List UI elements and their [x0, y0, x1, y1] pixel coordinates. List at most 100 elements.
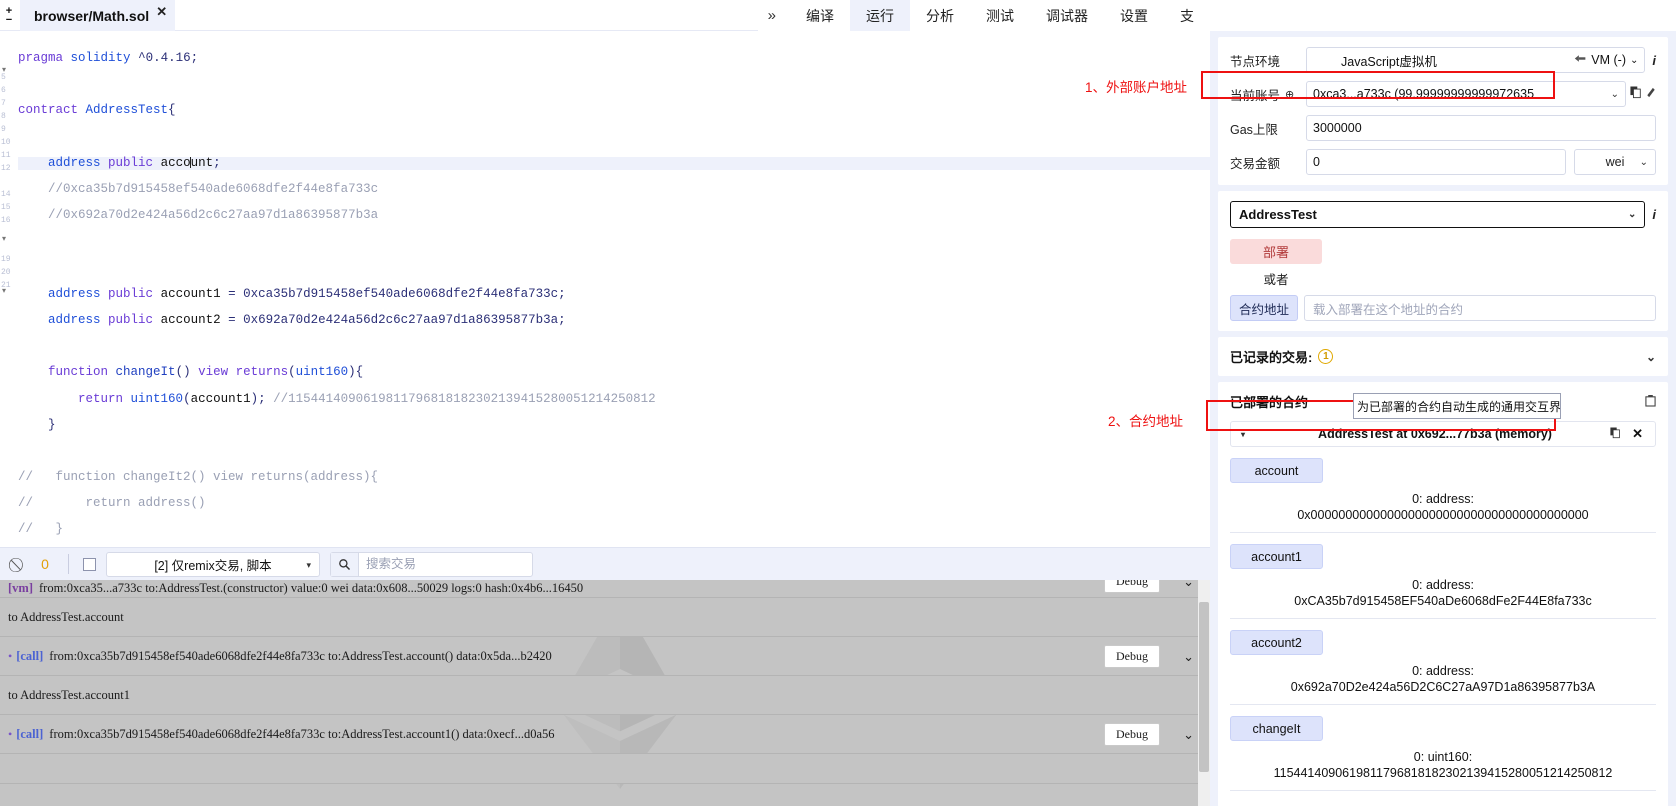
contract-select[interactable]: AddressTest ⌄	[1230, 201, 1646, 228]
log-vm-tag: [vm]	[8, 581, 33, 595]
chevron-down-icon[interactable]: ⌄	[1183, 727, 1194, 743]
log-row-note: to AddressTest.account	[0, 598, 1210, 637]
deployed-contracts-card: 已部署的合约 ▾ AddressTest at 0x692...77b3a (m…	[1218, 382, 1668, 806]
value-unit-select[interactable]: wei ⌄	[1574, 149, 1656, 175]
chevron-down-icon[interactable]: ⌄	[1628, 209, 1636, 220]
chevron-down-icon[interactable]: ⌄	[1183, 649, 1194, 665]
chevron-double-right-icon[interactable]: »	[758, 0, 790, 31]
log-row-call-account[interactable]: • [call] from:0xca35b7d915458ef540ade606…	[0, 637, 1210, 676]
plug-icon	[1574, 53, 1587, 67]
tab-settings[interactable]: 设置	[1104, 0, 1164, 31]
pencil-icon[interactable]	[1646, 86, 1656, 102]
chevron-down-icon[interactable]: ⌄	[1630, 55, 1638, 66]
code-editor[interactable]: ▾ ▾ ▾ 5 6 7 8 9 10 11 12 14 15 16 19 20 …	[0, 31, 1210, 547]
deployed-instance-title: AddressTest at 0x692...77b3a (memory)	[1318, 427, 1552, 441]
add-account-icon[interactable]: ⊕	[1285, 88, 1294, 101]
contract-info-icon[interactable]: i	[1652, 207, 1656, 222]
chevron-down-icon[interactable]: ▾	[306, 560, 311, 571]
function-button-account[interactable]: account	[1230, 458, 1323, 483]
log-row-call-account1[interactable]: • [call] from:0xca35b7d915458ef540ade606…	[0, 715, 1210, 754]
deployed-contracts-tooltip: 为已部署的合约自动生成的通用交互界面	[1353, 393, 1561, 419]
transaction-filter-select[interactable]: [2] 仅remix交易, 脚本 ▾	[106, 551, 320, 577]
search-input[interactable]	[359, 552, 532, 576]
divider	[1230, 532, 1656, 533]
divider	[1230, 704, 1656, 705]
at-address-input[interactable]: 载入部署在这个地址的合约	[1304, 295, 1656, 321]
code-line: function changeIt() view returns(uint160…	[48, 365, 364, 380]
function-button-account1[interactable]: account1	[1230, 544, 1323, 569]
contract-select-value: AddressTest	[1239, 207, 1317, 222]
trash-icon[interactable]	[1645, 394, 1656, 410]
caret-down-icon[interactable]: ▾	[1241, 430, 1245, 439]
close-icon[interactable]: ✕	[156, 4, 167, 20]
tab-analysis[interactable]: 分析	[910, 0, 970, 31]
warning-count-badge[interactable]: 0	[32, 553, 58, 575]
editor-gutter: ▾ ▾ ▾ 5 6 7 8 9 10 11 12 14 15 16 19 20 …	[0, 31, 12, 547]
at-address-button[interactable]: 合约地址	[1230, 295, 1298, 321]
environment-select[interactable]: JavaScript虚拟机 VM (-) ⌄	[1306, 47, 1646, 73]
deployed-contracts-label: 已部署的合约	[1230, 395, 1309, 410]
tab-test[interactable]: 测试	[970, 0, 1030, 31]
tab-compile[interactable]: 编译	[790, 0, 850, 31]
terminal-log[interactable]: [vm] from:0xca35...a733c to:AddressTest.…	[0, 580, 1210, 806]
search-icon[interactable]	[331, 552, 359, 576]
listen-network-checkbox[interactable]	[83, 557, 96, 571]
debug-button[interactable]: Debug	[1104, 580, 1160, 593]
tab-run[interactable]: 运行	[850, 0, 910, 31]
log-text: to AddressTest.account1	[8, 687, 131, 702]
return-value: 0x00000000000000000000000000000000000000…	[1297, 508, 1589, 522]
chevron-down-icon[interactable]: ⌄	[1183, 580, 1194, 590]
account-select[interactable]: 0xca3...a733c (99.99999999999972635 ⌄	[1306, 81, 1626, 107]
log-text: to AddressTest.account	[8, 609, 124, 624]
chevron-down-icon[interactable]: ⌄	[1640, 157, 1648, 168]
log-row-constructor[interactable]: [vm] from:0xca35...a733c to:AddressTest.…	[0, 580, 1210, 598]
value-amount: 0	[1313, 155, 1320, 169]
decrease-font-icon[interactable]: −	[6, 14, 12, 25]
tab-debugger[interactable]: 调试器	[1030, 0, 1104, 31]
copy-icon[interactable]	[1610, 427, 1621, 442]
tab-support[interactable]: 支	[1164, 0, 1210, 31]
copy-icon[interactable]	[1630, 86, 1642, 102]
recorded-transactions-card[interactable]: 已记录的交易: 1 ⌄	[1218, 337, 1668, 376]
top-menu: » 编译 运行 分析 测试 调试器 设置 支	[757, 0, 1210, 31]
or-label: 或者	[1263, 273, 1289, 287]
function-button-changeit[interactable]: changeIt	[1230, 716, 1323, 741]
debug-button[interactable]: Debug	[1104, 723, 1160, 746]
code-line: pragma solidity ^0.4.16;	[18, 51, 199, 66]
code-content[interactable]: pragma solidity ^0.4.16; contract Addres…	[12, 31, 1210, 547]
function-button-account2[interactable]: account2	[1230, 630, 1323, 655]
chevron-down-icon[interactable]: ⌄	[1646, 350, 1656, 364]
clear-console-icon[interactable]: ⃠	[6, 553, 32, 575]
account-label-text: 当前账号	[1230, 88, 1281, 103]
chevron-down-icon[interactable]: ⌄	[1611, 89, 1619, 100]
scrollbar-thumb[interactable]	[1199, 602, 1209, 772]
fold-marker-function[interactable]: ▾	[2, 234, 6, 243]
divider	[1230, 790, 1656, 791]
recorded-transactions-header[interactable]: 已记录的交易: 1 ⌄	[1230, 347, 1656, 366]
terminal-scrollbar[interactable]: ▲	[1198, 580, 1210, 806]
file-tab-math-sol[interactable]: browser/Math.sol ✕	[20, 0, 176, 31]
gas-limit-input[interactable]: 3000000	[1306, 115, 1656, 141]
search-transactions	[330, 551, 533, 577]
deploy-button[interactable]: 部署	[1230, 239, 1322, 264]
divider	[68, 554, 69, 574]
code-line: }	[18, 417, 56, 432]
debug-button[interactable]: Debug	[1104, 645, 1160, 668]
terminal-toolbar: ⃠ 0 [2] 仅remix交易, 脚本 ▾	[0, 547, 1210, 580]
environment-card: 节点环境 JavaScript虚拟机 VM (-) ⌄ i 当前账号 ⊕ 0xc…	[1218, 37, 1668, 185]
value-row: 交易金额 0 wei ⌄	[1230, 149, 1656, 175]
environment-info-icon[interactable]: i	[1652, 53, 1656, 68]
file-tab-label: browser/Math.sol	[34, 7, 150, 24]
close-icon[interactable]: ✕	[1632, 426, 1643, 442]
code-line: //0xca35b7d915458ef540ade6068dfe2f44e8fa…	[48, 182, 379, 197]
deployed-instance-header[interactable]: ▾ AddressTest at 0x692...77b3a (memory) …	[1230, 421, 1656, 447]
value-input[interactable]: 0	[1306, 149, 1566, 175]
value-unit: wei	[1605, 155, 1625, 169]
gas-limit-label: Gas上限	[1230, 122, 1278, 137]
editor-font-size-controls[interactable]: + −	[2, 2, 16, 29]
value-label: 交易金额	[1230, 156, 1281, 171]
